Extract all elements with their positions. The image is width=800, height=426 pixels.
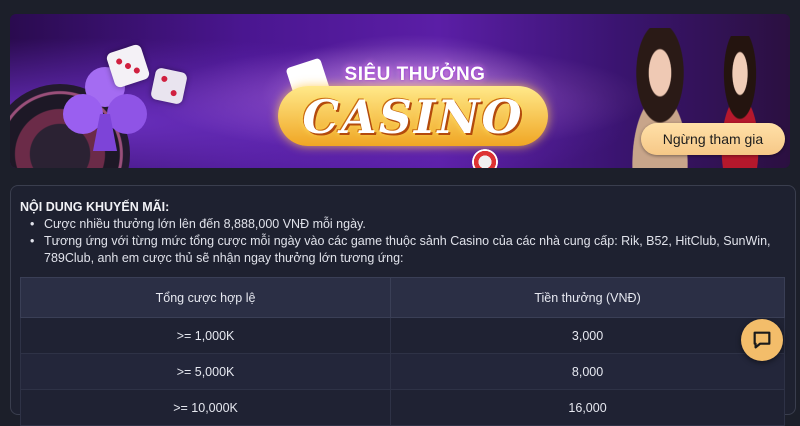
- table-row: >= 1,000K 3,000: [19, 317, 785, 354]
- chat-button[interactable]: [741, 319, 783, 361]
- promo-heading: NỘI DUNG KHUYẾN MÃI:: [20, 200, 170, 214]
- table-cell-reward: 3,000: [390, 317, 785, 354]
- list-item: Cược nhiều thưởng lớn lên đến 8,888,000 …: [30, 216, 780, 233]
- list-item: Tương ứng với từng mức tổng cược mỗi ngà…: [30, 233, 780, 267]
- table-cell-total-bet: >= 10,000K: [19, 389, 392, 426]
- table-header-row: Tổng cược hợp lệ Tiền thưởng (VNĐ): [19, 277, 785, 318]
- promo-bullet-list: Cược nhiều thưởng lớn lên đến 8,888,000 …: [30, 216, 780, 267]
- table-cell-reward: 8,000: [390, 353, 785, 390]
- reward-table: Tổng cược hợp lệ Tiền thưởng (VNĐ) >= 1,…: [19, 277, 785, 426]
- dice-icon: [150, 67, 188, 105]
- casino-logo: CASINO: [278, 86, 548, 146]
- table-cell-total-bet: >= 1,000K: [19, 317, 392, 354]
- table-row: >= 10,000K 16,000: [19, 389, 785, 426]
- chat-bubble-icon: [753, 331, 771, 349]
- logo-subtitle: SIÊU THƯỞNG: [344, 64, 486, 85]
- column-header-reward: Tiền thưởng (VNĐ): [390, 277, 785, 318]
- logo-title: CASINO: [302, 90, 524, 144]
- table-cell-total-bet: >= 5,000K: [19, 353, 392, 390]
- table-cell-reward: 16,000: [390, 389, 785, 426]
- stop-participation-button[interactable]: Ngừng tham gia: [641, 123, 785, 155]
- casino-chip-icon: [472, 149, 498, 168]
- column-header-total-bet: Tổng cược hợp lệ: [19, 277, 392, 318]
- table-row: >= 5,000K 8,000: [19, 353, 785, 390]
